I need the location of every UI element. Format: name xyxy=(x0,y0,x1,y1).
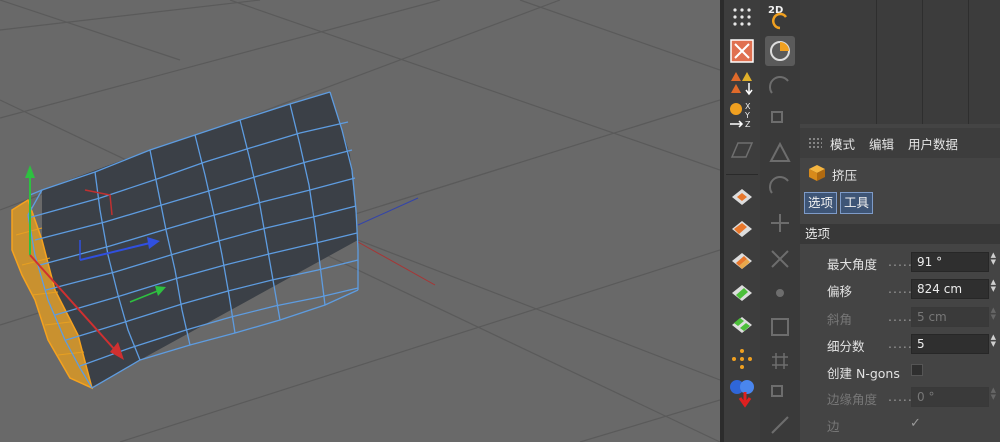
spline-snap-icon[interactable] xyxy=(765,172,795,202)
polygon-mode-icon-3[interactable] xyxy=(727,246,757,276)
field-bevel: 斜角 ........ 5 cm ▲ ▼ xyxy=(827,306,996,327)
offset-input[interactable]: 824 cm xyxy=(911,279,989,299)
intersection-snap-icon[interactable] xyxy=(765,244,795,274)
tab-options[interactable]: 选项 xyxy=(804,192,838,214)
xyz-label: X xyxy=(745,102,751,111)
section-header: 选项 xyxy=(800,224,1000,244)
polygon-mode-icon-4[interactable] xyxy=(727,278,757,308)
polygon-mode-icon-1[interactable] xyxy=(727,182,757,212)
polygon-mode-icon-5[interactable] xyxy=(727,310,757,340)
menu-edit[interactable]: 编辑 xyxy=(869,134,894,153)
field-max-angle: 最大角度 ........ 91 ° ▲ ▼ xyxy=(827,251,996,272)
bevel-spinner[interactable]: ▲ ▼ xyxy=(991,307,996,321)
grip-icon[interactable] xyxy=(808,137,822,149)
max-angle-spinner[interactable]: ▲ ▼ xyxy=(991,252,996,266)
guide-snap-icon[interactable] xyxy=(765,410,795,440)
workplane-icon[interactable] xyxy=(727,134,757,164)
attribute-manager: 模式 编辑 用户数据 挤压 选项 工具 选项 最大角度 ........ 91 … xyxy=(800,0,1000,442)
active-object-row: 挤压 xyxy=(800,160,1000,188)
point-grid-icon[interactable] xyxy=(727,2,757,32)
points-mode-icon[interactable] xyxy=(727,344,757,374)
menu-mode[interactable]: 模式 xyxy=(830,134,855,153)
tab-tool[interactable]: 工具 xyxy=(840,192,874,214)
subdivision-spinner[interactable]: ▲ ▼ xyxy=(991,334,996,348)
axis-lock-icon[interactable] xyxy=(727,68,757,98)
edge-snap-icon[interactable] xyxy=(765,104,795,134)
menu-user-data[interactable]: 用户数据 xyxy=(908,134,958,153)
midpoint-snap-icon[interactable] xyxy=(765,278,795,308)
vertex-snap-icon[interactable] xyxy=(765,72,795,102)
edge-angle-input[interactable]: 0 ° xyxy=(911,387,989,407)
subdivision-input[interactable]: 5 xyxy=(911,334,989,354)
object-manager-area xyxy=(800,0,1000,124)
field-ngons: 创建 N-gons xyxy=(800,359,1000,383)
field-subdivision: 细分数 ........ 5 ▲ ▼ xyxy=(827,333,996,354)
edge-checkmark-icon[interactable]: ✓ xyxy=(910,416,921,431)
svg-text:Z: Z xyxy=(745,120,751,129)
ngons-checkbox[interactable] xyxy=(911,364,923,376)
coordinate-system-icon[interactable]: XYZ xyxy=(727,100,757,130)
extruded-mesh xyxy=(11,91,359,390)
mode-toolbar: XYZ xyxy=(724,0,760,442)
3d-viewport[interactable] xyxy=(0,0,720,442)
attribute-menu-bar: 模式 编辑 用户数据 xyxy=(800,128,1000,158)
cube-icon xyxy=(808,164,826,185)
snap-enable-icon[interactable] xyxy=(765,36,795,66)
snap-toolbar: 2D xyxy=(762,0,798,442)
offset-spinner[interactable]: ▲ ▼ xyxy=(991,279,996,293)
workplane-snap-icon[interactable] xyxy=(765,312,795,342)
max-angle-input[interactable]: 91 ° xyxy=(911,252,989,272)
texture-mode-icon[interactable] xyxy=(727,36,757,66)
drop-to-floor-icon[interactable] xyxy=(727,378,757,408)
2d-snap-icon[interactable]: 2D xyxy=(765,2,795,32)
grid-point-snap-icon[interactable] xyxy=(765,346,795,376)
polygon-snap-icon[interactable] xyxy=(765,138,795,168)
axis-snap-icon[interactable] xyxy=(765,208,795,238)
bevel-input[interactable]: 5 cm xyxy=(911,307,989,327)
grid-line-snap-icon[interactable] xyxy=(765,378,795,408)
field-edge-angle: 边缘角度 ........ 0 ° ▲ ▼ xyxy=(827,386,996,407)
field-offset: 偏移 ........ 824 cm ▲ ▼ xyxy=(827,278,996,299)
svg-text:Y: Y xyxy=(744,111,750,120)
attribute-tabs: 选项 工具 xyxy=(804,192,874,214)
object-name: 挤压 xyxy=(832,167,858,183)
viewport-scene xyxy=(0,0,720,442)
polygon-mode-icon-2[interactable] xyxy=(727,214,757,244)
edge-angle-spinner[interactable]: ▲ ▼ xyxy=(991,387,996,401)
field-edge: 边 ✓ xyxy=(827,416,921,434)
